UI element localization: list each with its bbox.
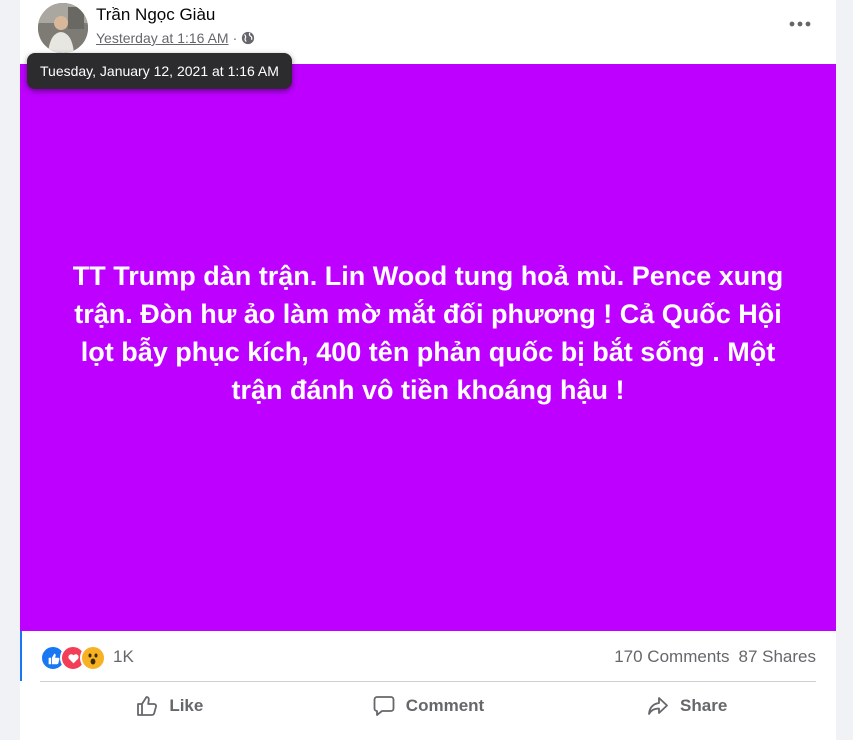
share-button[interactable]: Share bbox=[557, 682, 816, 730]
comments-count[interactable]: 170 Comments bbox=[614, 647, 729, 667]
more-options-button[interactable] bbox=[782, 10, 818, 38]
share-icon bbox=[648, 697, 668, 715]
author-avatar[interactable] bbox=[38, 3, 88, 53]
engagement-counts: 170 Comments 87 Shares bbox=[614, 647, 816, 667]
wow-icon bbox=[80, 645, 106, 671]
post-card: Trần Ngọc Giàu Yesterday at 1:16 AM · Tu… bbox=[20, 0, 836, 740]
shares-count[interactable]: 87 Shares bbox=[739, 647, 817, 667]
comment-icon bbox=[373, 696, 395, 716]
timestamp-tooltip: Tuesday, January 12, 2021 at 1:16 AM bbox=[27, 53, 292, 89]
more-dots-icon bbox=[789, 21, 811, 27]
share-label: Share bbox=[680, 696, 728, 715]
post-body-text: TT Trump dàn trận. Lin Wood tung hoả mù.… bbox=[72, 260, 784, 405]
comment-button[interactable]: Comment bbox=[299, 682, 558, 730]
like-button[interactable]: Like bbox=[40, 682, 299, 730]
thumbs-up-icon bbox=[137, 696, 158, 716]
reaction-count[interactable]: 1K bbox=[113, 647, 134, 667]
meta-separator: · bbox=[232, 30, 238, 46]
post-meta: Yesterday at 1:16 AM · bbox=[96, 30, 255, 46]
post-timestamp[interactable]: Yesterday at 1:16 AM bbox=[96, 30, 229, 46]
like-label: Like bbox=[169, 696, 204, 715]
author-name[interactable]: Trần Ngọc Giàu bbox=[96, 5, 215, 25]
comment-label: Comment bbox=[405, 696, 485, 715]
post-actions: Like Comment Share bbox=[40, 682, 816, 730]
reaction-icons[interactable] bbox=[40, 645, 106, 671]
post-stats: 1K 170 Comments 87 Shares bbox=[20, 631, 836, 681]
globe-icon bbox=[241, 31, 255, 45]
post-content: TT Trump dàn trận. Lin Wood tung hoả mù.… bbox=[20, 64, 836, 631]
